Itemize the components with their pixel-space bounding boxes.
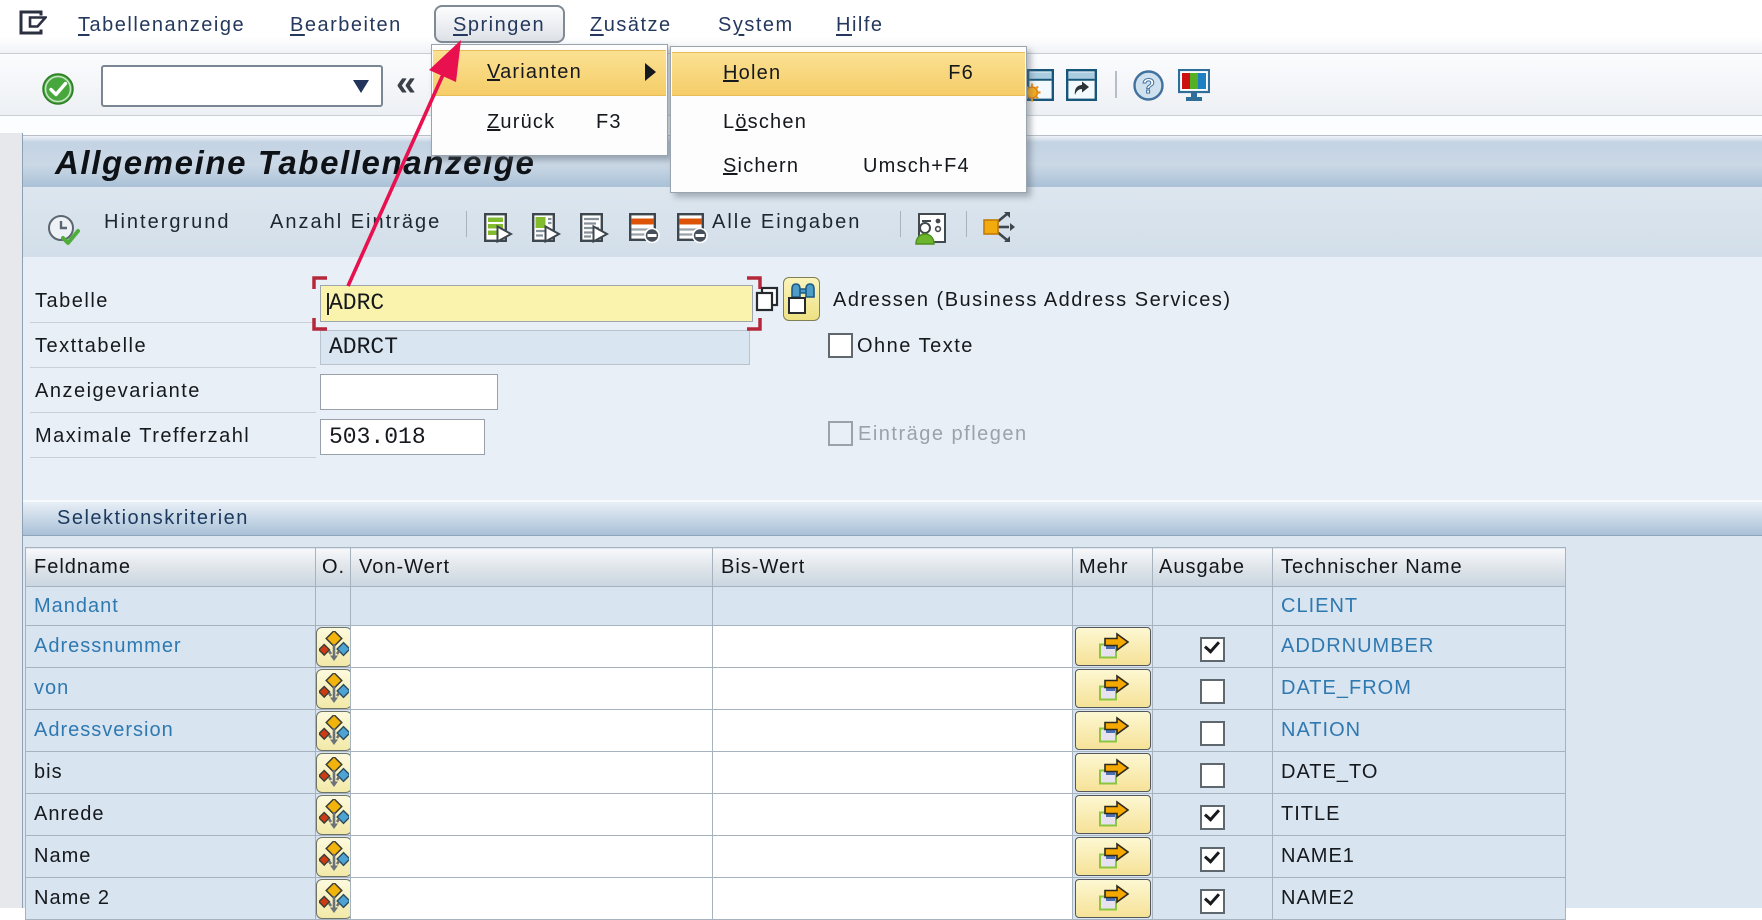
svg-text:?: ? [1142, 75, 1155, 98]
